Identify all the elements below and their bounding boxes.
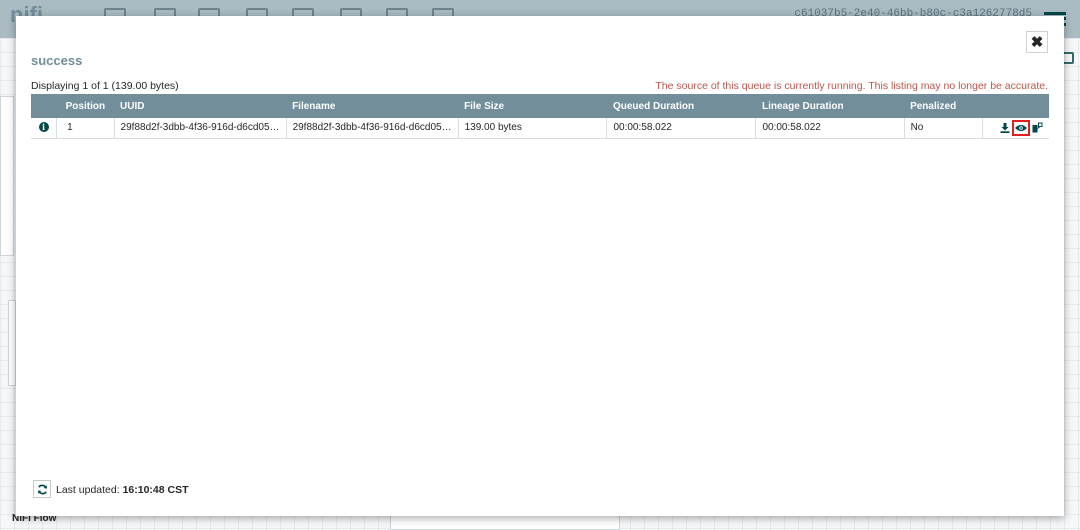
- column-header-file-size[interactable]: File Size: [458, 94, 607, 118]
- column-header-filename[interactable]: Filename: [286, 94, 458, 118]
- queue-listing-dialog: success ✖ Displaying 1 of 1 (139.00 byte…: [16, 16, 1064, 516]
- last-updated: Last updated: 16:10:48 CST: [56, 484, 189, 496]
- view-icon[interactable]: [1012, 119, 1030, 136]
- column-header-lineage-duration[interactable]: Lineage Duration: [756, 94, 904, 118]
- queued-duration-cell: 00:00:58.022: [606, 118, 757, 138]
- last-updated-value: 16:10:48 CST: [122, 484, 189, 496]
- refresh-icon: [37, 484, 47, 494]
- close-icon: ✖: [1030, 34, 1044, 51]
- file-size-cell: 139.00 bytes: [458, 118, 608, 138]
- row-info-cell[interactable]: i: [31, 118, 58, 138]
- canvas-component: [390, 514, 620, 530]
- operate-panel: [8, 300, 16, 386]
- last-updated-label: Last updated:: [56, 484, 120, 496]
- listing-warning: The source of this queue is currently ru…: [655, 80, 1048, 92]
- column-header-uuid[interactable]: UUID: [114, 94, 286, 118]
- lineage-duration-cell: 00:00:58.022: [755, 118, 905, 138]
- column-header-penalized[interactable]: Penalized: [904, 94, 982, 118]
- column-header-queued-duration[interactable]: Queued Duration: [607, 94, 756, 118]
- info-icon[interactable]: i: [38, 122, 49, 133]
- actions-cell: [982, 118, 1049, 138]
- dialog-title: success: [31, 53, 83, 68]
- queue-table: Position UUID Filename File Size Queued …: [31, 94, 1049, 139]
- penalized-cell: No: [904, 118, 983, 138]
- uuid-cell: 29f88d2f-3dbb-4f36-916d-d6cd05…: [114, 118, 287, 138]
- table-row: i 1 29f88d2f-3dbb-4f36-916d-d6cd05… 29f8…: [31, 118, 1049, 138]
- column-header-position[interactable]: Position: [57, 94, 114, 118]
- table-header-row: Position UUID Filename File Size Queued …: [31, 94, 1049, 118]
- column-header-info: [31, 94, 57, 118]
- filename-cell: 29f88d2f-3dbb-4f36-916d-d6cd05…: [286, 118, 459, 138]
- navigate-panel: [0, 96, 14, 256]
- listing-summary: Displaying 1 of 1 (139.00 bytes): [31, 80, 179, 92]
- column-header-actions: [982, 94, 1049, 118]
- provenance-icon[interactable]: [1031, 122, 1043, 134]
- refresh-button[interactable]: [33, 480, 51, 498]
- close-button[interactable]: ✖: [1026, 31, 1048, 53]
- position-cell: 1: [56, 118, 115, 138]
- download-icon[interactable]: [999, 122, 1011, 134]
